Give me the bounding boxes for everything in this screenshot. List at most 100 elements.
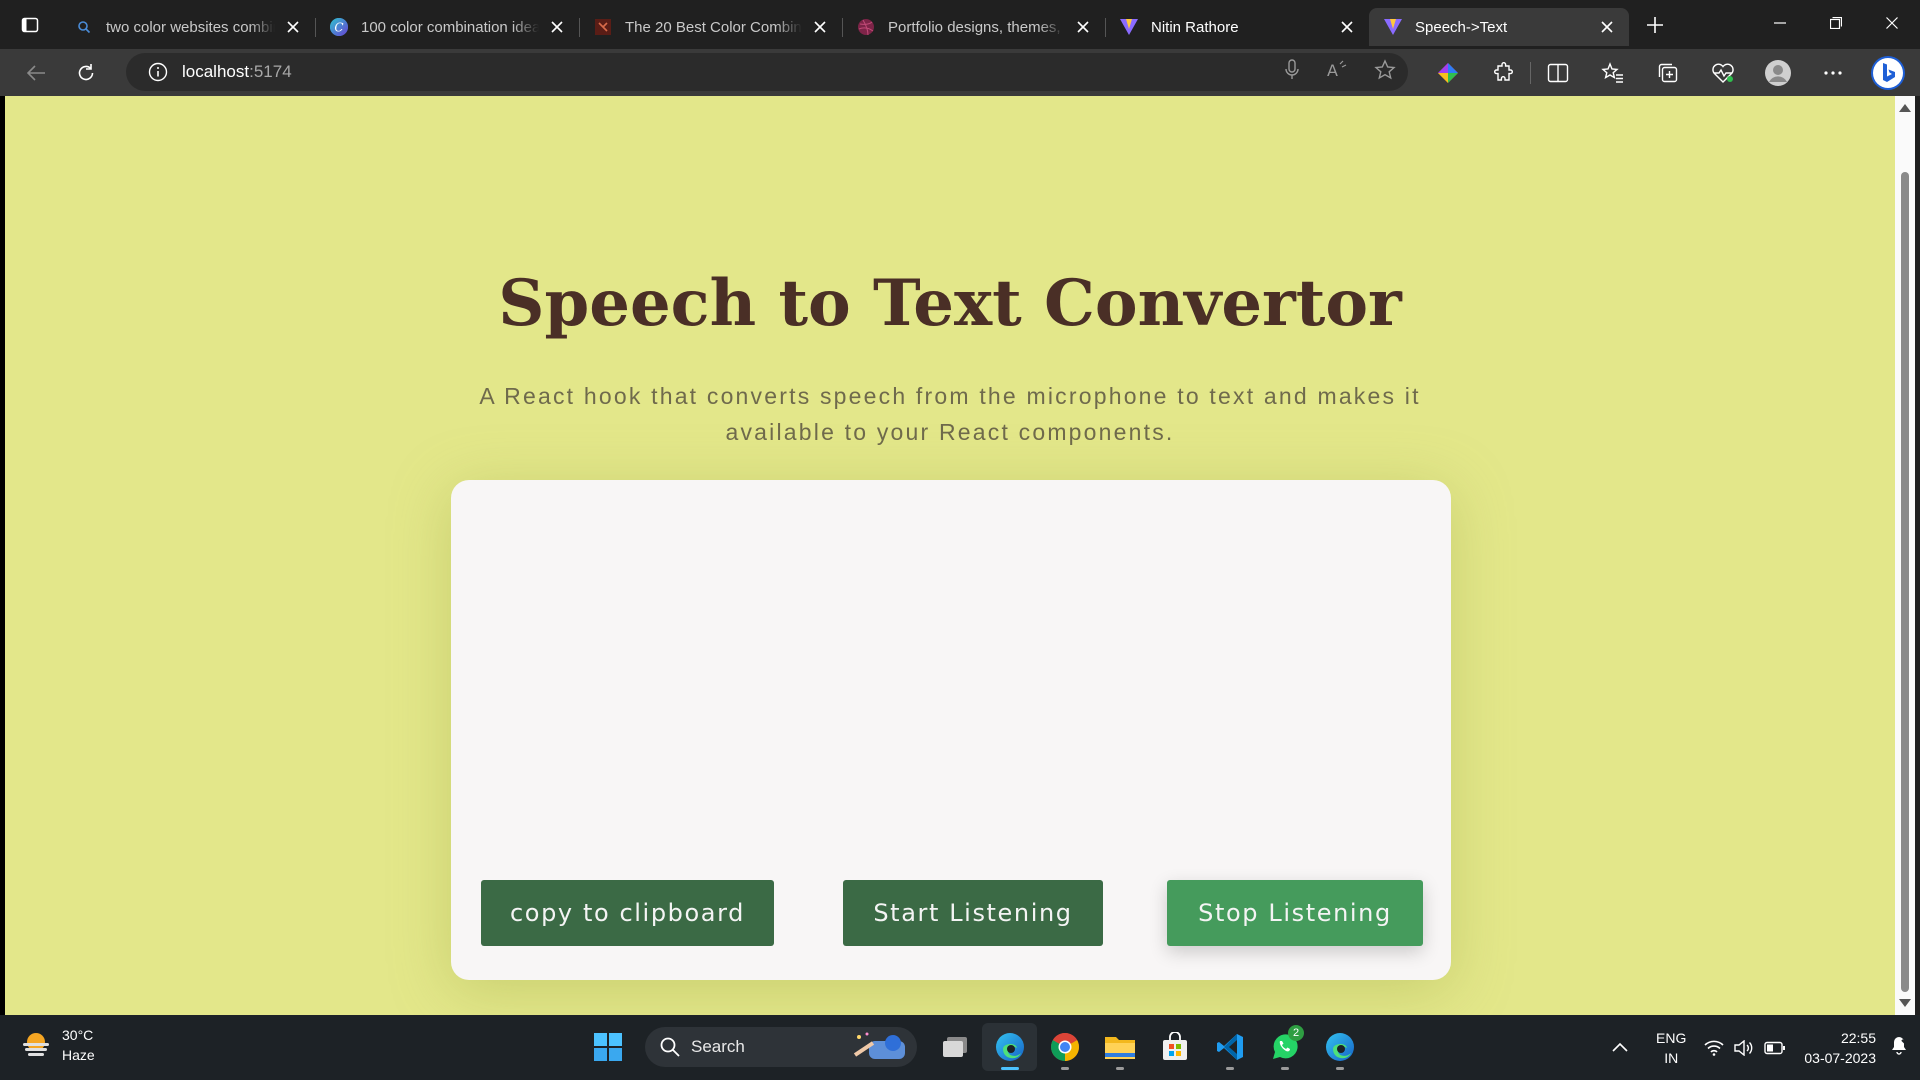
tab-1[interactable]: C 100 color combination ideas bbox=[315, 8, 579, 46]
chrome-icon bbox=[1050, 1033, 1079, 1061]
scroll-down-arrow-icon[interactable] bbox=[1899, 999, 1911, 1007]
close-icon[interactable] bbox=[1337, 17, 1357, 37]
url-host: localhost bbox=[182, 62, 250, 81]
system-tray: ENG IN 22:55 03-07-2023 bbox=[1612, 1015, 1920, 1080]
taskbar-chrome[interactable] bbox=[1037, 1023, 1092, 1071]
tab-actions-button[interactable] bbox=[0, 0, 60, 49]
input-language[interactable]: ENG IN bbox=[1656, 1028, 1686, 1068]
close-icon[interactable] bbox=[810, 17, 830, 37]
minimize-button[interactable] bbox=[1752, 0, 1808, 46]
quick-settings-button[interactable] bbox=[1704, 1039, 1786, 1056]
browser-essentials-icon[interactable] bbox=[1695, 49, 1750, 96]
volume-icon bbox=[1734, 1039, 1753, 1056]
windows-icon bbox=[593, 1033, 622, 1061]
close-icon[interactable] bbox=[283, 17, 303, 37]
chevron-up-icon bbox=[1612, 1042, 1628, 1052]
profile-avatar[interactable] bbox=[1750, 49, 1805, 96]
scroll-up-arrow-icon[interactable] bbox=[1899, 104, 1911, 112]
url-text[interactable]: localhost:5174 bbox=[182, 62, 292, 82]
scrollbar-thumb[interactable] bbox=[1901, 172, 1909, 992]
reload-icon bbox=[78, 63, 94, 80]
tab-5-active[interactable]: Speech->Text bbox=[1369, 8, 1629, 46]
extensions-icon[interactable] bbox=[1475, 49, 1530, 96]
weather-widget[interactable]: 30°C Haze bbox=[20, 1025, 95, 1065]
taskbar-edge-active[interactable] bbox=[982, 1023, 1037, 1071]
taskbar-whatsapp[interactable]: 2 bbox=[1257, 1023, 1312, 1071]
close-icon[interactable] bbox=[1073, 17, 1093, 37]
stop-listening-button[interactable]: Stop Listening bbox=[1167, 880, 1423, 946]
tab-title: Speech->Text bbox=[1415, 18, 1508, 36]
vite-icon bbox=[1119, 17, 1139, 37]
favorites-icon[interactable] bbox=[1585, 49, 1640, 96]
tab-0[interactable]: two color websites combination bbox=[60, 8, 315, 46]
show-hidden-icons-button[interactable] bbox=[1612, 1039, 1628, 1057]
taskbar-edge-dev[interactable] bbox=[1312, 1023, 1367, 1071]
close-icon[interactable] bbox=[547, 17, 567, 37]
tab-title: Portfolio designs, themes, templates bbox=[888, 18, 1065, 36]
weather-temp: 30°C bbox=[62, 1027, 94, 1043]
address-bar[interactable]: localhost:5174 A bbox=[126, 53, 1408, 91]
window-controls bbox=[1752, 0, 1920, 46]
new-tab-button[interactable] bbox=[1635, 5, 1675, 45]
svg-text:A: A bbox=[1327, 61, 1338, 80]
vscode-icon bbox=[1216, 1034, 1243, 1060]
running-indicator bbox=[1115, 1067, 1124, 1070]
close-window-button[interactable] bbox=[1864, 0, 1920, 46]
restore-button[interactable] bbox=[1808, 0, 1864, 46]
color-extension-icon[interactable] bbox=[1420, 49, 1475, 96]
transcript-output[interactable] bbox=[481, 510, 1421, 850]
tab-3[interactable]: Portfolio designs, themes, templates bbox=[842, 8, 1105, 46]
url-port: :5174 bbox=[249, 62, 292, 81]
copy-to-clipboard-button[interactable]: copy to clipboard bbox=[481, 880, 774, 946]
running-indicator bbox=[1335, 1067, 1344, 1070]
page-viewport: Speech to Text Convertor A React hook th… bbox=[5, 96, 1895, 1015]
vite-icon bbox=[1383, 17, 1403, 37]
clock[interactable]: 22:55 03-07-2023 bbox=[1804, 1028, 1876, 1068]
clock-date: 03-07-2023 bbox=[1804, 1049, 1876, 1066]
collections-icon[interactable] bbox=[1640, 49, 1695, 96]
window-frame bbox=[1915, 96, 1920, 1015]
active-indicator bbox=[1000, 1067, 1019, 1070]
microphone-icon[interactable] bbox=[1284, 58, 1300, 86]
tab-title: Nitin Rathore bbox=[1151, 18, 1239, 36]
close-icon[interactable] bbox=[1597, 17, 1617, 37]
notifications-button[interactable] bbox=[1890, 1035, 1908, 1060]
taskbar-store[interactable] bbox=[1147, 1023, 1202, 1071]
tab-4[interactable]: Nitin Rathore bbox=[1105, 8, 1369, 46]
running-indicator bbox=[1280, 1067, 1289, 1070]
bing-copilot-icon[interactable] bbox=[1860, 49, 1915, 96]
tab-2[interactable]: The 20 Best Color Combinations bbox=[579, 8, 842, 46]
plus-icon bbox=[1647, 16, 1663, 33]
search-icon bbox=[660, 1037, 680, 1057]
wifi-icon bbox=[1704, 1040, 1724, 1056]
more-menu-icon[interactable] bbox=[1805, 49, 1860, 96]
page-subtitle: A React hook that converts speech from t… bbox=[479, 383, 1421, 445]
taskbar-vscode[interactable] bbox=[1202, 1023, 1257, 1071]
transcript-card: copy to clipboard Start Listening Stop L… bbox=[451, 480, 1451, 980]
weather-condition: Haze bbox=[62, 1047, 95, 1063]
start-listening-button[interactable]: Start Listening bbox=[843, 880, 1103, 946]
toolbar-icons bbox=[1420, 49, 1915, 96]
site-info-icon[interactable] bbox=[138, 53, 178, 91]
tab-bar: two color websites combination C 100 col… bbox=[0, 0, 1920, 49]
running-indicator bbox=[1060, 1067, 1069, 1070]
tab-title: The 20 Best Color Combinations bbox=[625, 18, 802, 36]
taskbar-search[interactable]: Search bbox=[645, 1027, 917, 1067]
clock-time: 22:55 bbox=[1840, 1029, 1876, 1046]
page-scrollbar[interactable] bbox=[1895, 96, 1915, 1015]
read-aloud-icon[interactable]: A bbox=[1326, 60, 1348, 85]
arrow-left-icon bbox=[26, 64, 45, 81]
favorite-star-icon[interactable] bbox=[1374, 58, 1396, 86]
task-view-button[interactable] bbox=[927, 1023, 982, 1071]
taskbar-apps: Search 2 bbox=[580, 1023, 1367, 1071]
taskbar-file-explorer[interactable] bbox=[1092, 1023, 1147, 1071]
split-screen-icon[interactable] bbox=[1530, 61, 1585, 84]
edge-icon bbox=[1325, 1033, 1354, 1061]
windows-taskbar: 30°C Haze Search 2 ENG IN 22:55 03-07-20… bbox=[0, 1015, 1920, 1080]
start-button[interactable] bbox=[580, 1023, 635, 1071]
back-button[interactable] bbox=[14, 53, 58, 93]
taskbar-search-label: Search bbox=[691, 1037, 745, 1056]
reload-button[interactable] bbox=[64, 53, 108, 93]
svg-text:C: C bbox=[334, 21, 343, 35]
store-icon bbox=[1162, 1032, 1187, 1060]
